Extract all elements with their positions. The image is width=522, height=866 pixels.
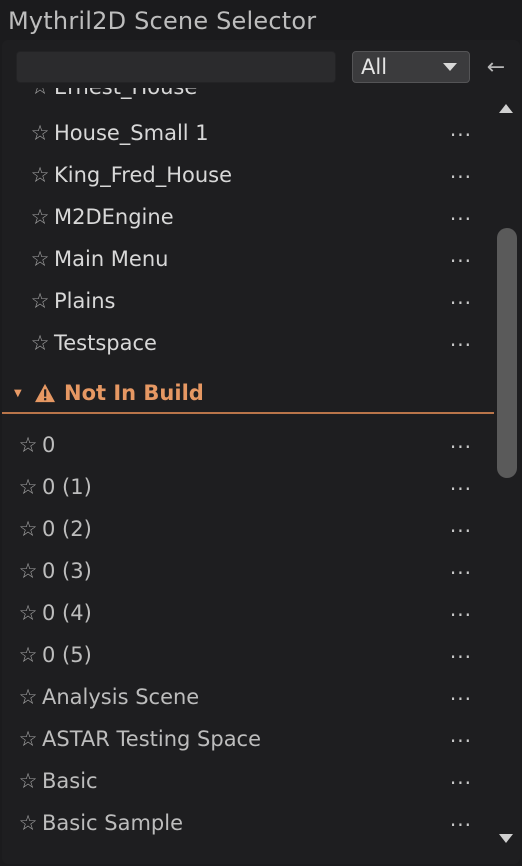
scene-name: 0 (2) — [42, 517, 92, 541]
section-label: Not In Build — [64, 381, 204, 405]
scene-name: Ernest_House — [54, 88, 197, 99]
not-in-build-header[interactable]: ▼ Not In Build — [2, 374, 494, 414]
ellipsis-icon[interactable]: ··· — [450, 435, 472, 459]
list-item[interactable]: ☆ Ernest_House — [2, 88, 494, 108]
window-title: Mythril2D Scene Selector — [8, 7, 317, 35]
star-outline-icon[interactable]: ☆ — [26, 121, 54, 145]
filter-value: All — [361, 55, 388, 79]
scene-name: M2DEngine — [54, 205, 174, 229]
scene-name: Main Menu — [54, 247, 169, 271]
star-outline-icon[interactable]: ☆ — [14, 769, 42, 793]
list-item[interactable]: ☆ Testspace ··· — [2, 322, 494, 364]
ellipsis-icon[interactable]: ··· — [450, 561, 472, 585]
list-item[interactable]: ☆ Basic ··· — [2, 760, 494, 802]
scene-name: Testspace — [54, 331, 157, 355]
star-outline-icon[interactable]: ☆ — [26, 247, 54, 271]
list-item[interactable]: ☆ 0 (2) ··· — [2, 508, 494, 550]
scene-name: Basic Sample — [42, 811, 184, 835]
star-outline-icon[interactable]: ☆ — [26, 88, 54, 99]
star-outline-icon[interactable]: ☆ — [26, 331, 54, 355]
star-outline-icon[interactable]: ☆ — [14, 517, 42, 541]
star-outline-icon[interactable]: ☆ — [14, 559, 42, 583]
scene-name: Basic — [42, 769, 98, 793]
ellipsis-icon[interactable]: ··· — [450, 291, 472, 315]
scroll-up-arrow[interactable] — [499, 104, 513, 113]
list-item[interactable]: ☆ Basic Sample ··· — [2, 802, 494, 844]
list-item[interactable]: ☆ 0 (1) ··· — [2, 466, 494, 508]
scene-name: King_Fred_House — [54, 163, 233, 187]
scene-selector-panel: All ← ☆ Ernest_House ☆ House_Small 1 ···… — [2, 40, 520, 864]
scene-name: 0 (4) — [42, 601, 92, 625]
star-outline-icon[interactable]: ☆ — [14, 433, 42, 457]
ellipsis-icon[interactable]: ··· — [450, 645, 472, 669]
list-item[interactable]: ☆ King_Fred_House ··· — [2, 154, 494, 196]
list-item[interactable]: ☆ Main Menu ··· — [2, 238, 494, 280]
scene-name: 0 (3) — [42, 559, 92, 583]
list-item[interactable]: ☆ 0 (5) ··· — [2, 634, 494, 676]
warning-triangle-icon — [35, 383, 55, 403]
list-item[interactable]: ☆ House_Small 1 ··· — [2, 112, 494, 154]
star-outline-icon[interactable]: ☆ — [14, 727, 42, 751]
star-outline-icon[interactable]: ☆ — [14, 643, 42, 667]
ellipsis-icon[interactable]: ··· — [450, 207, 472, 231]
scene-name: Analysis Scene — [42, 685, 200, 709]
star-outline-icon[interactable]: ☆ — [26, 205, 54, 229]
star-outline-icon[interactable]: ☆ — [26, 289, 54, 313]
ellipsis-icon[interactable]: ··· — [450, 123, 472, 147]
star-outline-icon[interactable]: ☆ — [14, 685, 42, 709]
ellipsis-icon[interactable]: ··· — [450, 813, 472, 837]
scene-name: 0 (5) — [42, 643, 92, 667]
scene-name: ASTAR Testing Space — [42, 727, 262, 751]
scroll-down-arrow[interactable] — [499, 834, 513, 843]
list-item[interactable]: ☆ Analysis Scene ··· — [2, 676, 494, 718]
ellipsis-icon[interactable]: ··· — [450, 729, 472, 753]
list-item[interactable]: ☆ M2DEngine ··· — [2, 196, 494, 238]
scene-name: Plains — [54, 289, 116, 313]
list-item[interactable]: ☆ 0 ··· — [2, 424, 494, 466]
list-item[interactable]: ☆ ASTAR Testing Space ··· — [2, 718, 494, 760]
list-item[interactable]: ☆ 0 (4) ··· — [2, 592, 494, 634]
ellipsis-icon[interactable]: ··· — [450, 165, 472, 189]
ellipsis-icon[interactable]: ··· — [450, 603, 472, 627]
foldout-arrow-icon[interactable]: ▼ — [14, 388, 34, 399]
scrollbar-thumb[interactable] — [497, 228, 517, 478]
scene-list: ☆ Ernest_House ☆ House_Small 1 ··· ☆ Kin… — [2, 88, 494, 864]
scene-name: 0 (1) — [42, 475, 92, 499]
arrow-left-icon[interactable]: ← — [482, 51, 510, 83]
ellipsis-icon[interactable]: ··· — [450, 771, 472, 795]
ellipsis-icon[interactable]: ··· — [450, 477, 472, 501]
filter-dropdown[interactable]: All — [352, 51, 470, 83]
list-item[interactable]: ☆ Plains ··· — [2, 280, 494, 322]
star-outline-icon[interactable]: ☆ — [14, 475, 42, 499]
star-outline-icon[interactable]: ☆ — [14, 601, 42, 625]
search-input[interactable] — [16, 51, 336, 83]
star-outline-icon[interactable]: ☆ — [26, 163, 54, 187]
ellipsis-icon[interactable]: ··· — [450, 687, 472, 711]
scene-name: 0 — [42, 433, 56, 457]
ellipsis-icon[interactable]: ··· — [450, 519, 472, 543]
ellipsis-icon[interactable]: ··· — [450, 333, 472, 357]
chevron-down-icon — [443, 63, 457, 71]
star-outline-icon[interactable]: ☆ — [14, 811, 42, 835]
ellipsis-icon[interactable]: ··· — [450, 249, 472, 273]
list-item[interactable]: ☆ 0 (3) ··· — [2, 550, 494, 592]
scene-name: House_Small 1 — [54, 121, 209, 145]
